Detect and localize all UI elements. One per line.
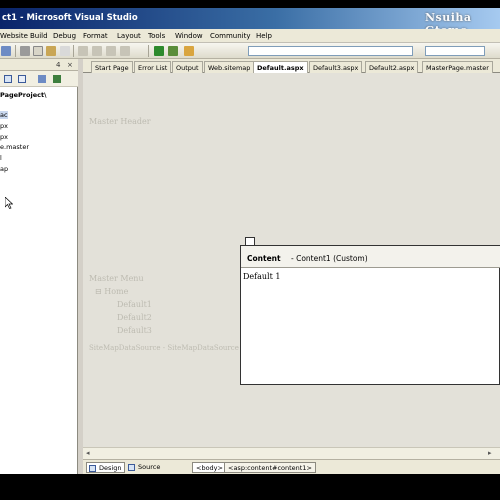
title-bar[interactable]: ct1 - Microsoft Visual Studio Nsuiha Gte…	[0, 8, 500, 37]
menu-debug[interactable]: Debug	[53, 32, 76, 40]
window-title: ct1 - Microsoft Visual Studio	[2, 13, 138, 23]
design-view-button[interactable]: Design	[86, 462, 126, 473]
menu-layout[interactable]: Layout	[117, 32, 141, 40]
menu-format[interactable]: Format	[83, 32, 108, 40]
content-placeholder[interactable]: Content - Content1 (Custom) Default 1	[240, 245, 500, 385]
view-designer-icon[interactable]	[53, 75, 61, 83]
scroll-right-icon[interactable]: ▸	[488, 449, 492, 457]
tab-default2-aspx[interactable]: Default2.aspx	[365, 61, 419, 73]
design-view-label: Design	[99, 464, 122, 472]
tree-item[interactable]: e.master	[0, 143, 29, 151]
tab-default3-aspx[interactable]: Default3.aspx	[309, 61, 363, 73]
solution-explorer: 4 × PageProject\ ac px px e.master l ap	[0, 59, 78, 474]
mouse-pointer-icon	[5, 197, 13, 209]
tree-item[interactable]: l	[0, 154, 2, 162]
delete-icon[interactable]	[60, 46, 70, 56]
menu-tools[interactable]: Tools	[148, 32, 165, 40]
tree-item-project[interactable]: PageProject\	[0, 91, 46, 99]
menu-home-text: ⊟ Home	[95, 287, 129, 296]
horizontal-scrollbar[interactable]: ◂ ▸	[83, 447, 500, 459]
standard-toolbar	[0, 43, 500, 59]
menu-default-item: Default1	[117, 300, 152, 309]
find-combo[interactable]	[425, 46, 485, 56]
navigate-backward-icon[interactable]	[106, 46, 116, 56]
master-menu-text: Master Menu	[89, 274, 144, 283]
show-all-files-icon[interactable]	[18, 75, 26, 83]
tag-path-body[interactable]: <body>	[192, 462, 227, 473]
tab-output[interactable]: Output	[172, 61, 203, 73]
find-icon[interactable]	[168, 46, 178, 56]
menu-website[interactable]: Website	[0, 32, 28, 40]
navigate-forward-icon[interactable]	[120, 46, 130, 56]
tab-web-sitemap[interactable]: Web.sitemap	[204, 61, 255, 73]
menu-window[interactable]: Window	[175, 32, 203, 40]
document-tab-bar: Start Page Error List Output Web.sitemap…	[83, 59, 500, 73]
tab-default-aspx[interactable]: Default.aspx	[253, 61, 308, 73]
design-icon	[89, 465, 96, 472]
source-view-label: Source	[138, 463, 161, 471]
redo-icon[interactable]	[92, 46, 102, 56]
refresh-icon[interactable]	[38, 75, 46, 83]
menu-build[interactable]: Build	[30, 32, 48, 40]
close-icon[interactable]: ×	[67, 61, 73, 69]
menu-default-item: Default3	[117, 326, 152, 335]
properties-icon[interactable]	[184, 46, 194, 56]
menu-default-item: Default2	[117, 313, 152, 322]
master-header-text: Master Header	[89, 117, 151, 126]
toolbar-separator	[15, 45, 16, 57]
pin-icon[interactable]: 4	[56, 61, 60, 69]
view-switcher-bar: Design Source <body> <asp:content#conten…	[83, 459, 500, 474]
menu-bar: Website Build Debug Format Layout Tools …	[0, 29, 500, 43]
tab-masterpage-master[interactable]: MasterPage.master	[422, 61, 493, 73]
start-debugging-icon[interactable]	[154, 46, 164, 56]
video-letterbox-bottom	[0, 474, 500, 500]
solution-explorer-header: 4 ×	[0, 59, 78, 71]
tree-item[interactable]: px	[0, 122, 8, 130]
content-title: Content	[247, 254, 281, 263]
video-letterbox-top	[0, 0, 500, 8]
toolbar-separator	[73, 45, 74, 57]
menu-help[interactable]: Help	[256, 32, 272, 40]
cut-icon[interactable]	[20, 46, 30, 56]
source-view-button[interactable]: Source	[126, 462, 163, 473]
content-subtitle: - Content1 (Custom)	[291, 254, 368, 263]
paste-icon[interactable]	[46, 46, 56, 56]
toolbar-separator	[148, 45, 149, 57]
undo-icon[interactable]	[78, 46, 88, 56]
tab-error-list[interactable]: Error List	[134, 61, 172, 73]
source-icon	[128, 464, 135, 471]
sitemap-datasource-text: SiteMapDataSource - SiteMapDataSource	[89, 344, 239, 352]
menu-community[interactable]: Community	[210, 32, 251, 40]
properties-icon[interactable]	[4, 75, 12, 83]
tag-path-content[interactable]: <asp:content#content1>	[224, 462, 316, 473]
content-body-text[interactable]: Default 1	[243, 272, 280, 281]
copy-icon[interactable]	[33, 46, 43, 56]
tree-item[interactable]: px	[0, 133, 8, 141]
tree-item[interactable]: ap	[0, 165, 8, 173]
tab-start-page[interactable]: Start Page	[91, 61, 133, 73]
solution-explorer-toolbar	[0, 71, 78, 87]
tree-item[interactable]: ac	[0, 111, 8, 119]
scroll-left-icon[interactable]: ◂	[86, 449, 90, 457]
solution-config-combo[interactable]	[248, 46, 413, 56]
save-all-icon[interactable]	[1, 46, 11, 56]
visual-studio-window: ct1 - Microsoft Visual Studio Nsuiha Gte…	[0, 0, 500, 500]
content-header: Content - Content1 (Custom)	[241, 246, 500, 268]
